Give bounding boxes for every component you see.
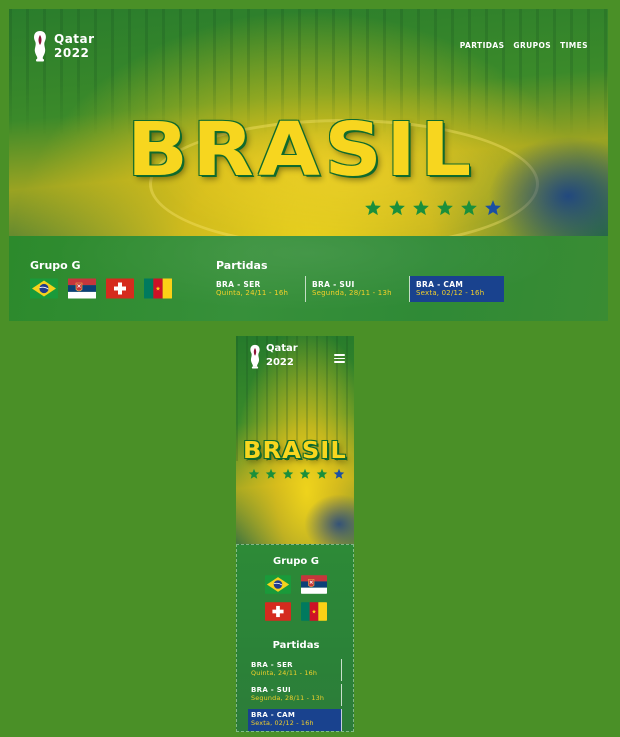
world-cup-trophy-icon	[31, 30, 49, 62]
match-item-highlighted[interactable]: BRA - CAM Sexta, 02/12 - 16h	[410, 276, 504, 302]
match-item[interactable]: BRA - SUI Segunda, 28/11 - 13h	[248, 684, 342, 706]
matches-list: BRA - SER Quinta, 24/11 - 16h BRA - SUI …	[248, 659, 342, 732]
match-teams: BRA - SER	[251, 661, 293, 669]
star-icon	[333, 468, 345, 480]
hero-title: BRASIL	[243, 438, 347, 464]
brand-name-line1: Qatar	[54, 32, 95, 46]
match-date: Quinta, 24/11 - 16h	[216, 289, 289, 297]
match-teams: BRA - SUI	[251, 686, 291, 694]
switzerland-flag-icon[interactable]	[265, 602, 291, 621]
top-nav: PARTIDAS GRUPOS TIMES	[460, 41, 588, 50]
star-icon	[282, 468, 294, 480]
cameroon-flag-icon[interactable]	[144, 278, 172, 299]
match-date: Sexta, 02/12 - 16h	[251, 719, 314, 727]
star-icon	[299, 468, 311, 480]
desktop-preview: Qatar 2022 PARTIDAS GRUPOS TIMES BRASIL …	[9, 9, 608, 321]
info-strip: Grupo G Partidas BRA - SER Quinta, 24/11…	[9, 236, 608, 321]
match-date: Segunda, 28/11 - 13h	[312, 289, 392, 297]
brand-name-line2: 2022	[54, 46, 90, 60]
cameroon-flag-icon[interactable]	[301, 602, 327, 621]
group-title: Grupo G	[273, 556, 319, 567]
match-date: Quinta, 24/11 - 16h	[251, 669, 318, 677]
brazil-flag-icon[interactable]	[265, 575, 291, 594]
group-flags	[30, 278, 172, 299]
brand-logo[interactable]: Qatar 2022	[31, 30, 95, 62]
star-icon	[316, 468, 328, 480]
match-teams: BRA - CAM	[416, 280, 464, 289]
star-icon	[484, 199, 502, 217]
brand-name-line2: 2022	[266, 357, 294, 368]
nav-link-grupos[interactable]: GRUPOS	[513, 41, 551, 50]
match-teams: BRA - CAM	[251, 711, 296, 719]
match-teams: BRA - SER	[216, 280, 261, 289]
group-flags	[265, 575, 327, 621]
brand-logo[interactable]: Qatar 2022	[248, 342, 298, 370]
match-date: Sexta, 02/12 - 16h	[416, 289, 485, 297]
mobile-preview: Qatar 2022 BRASIL Grupo G Partidas BRA -…	[236, 336, 354, 732]
nav-link-times[interactable]: TIMES	[560, 41, 588, 50]
star-icon	[364, 199, 382, 217]
hero-banner: Qatar 2022 PARTIDAS GRUPOS TIMES BRASIL	[9, 9, 608, 236]
star-icon	[265, 468, 277, 480]
matches-title: Partidas	[216, 259, 268, 272]
hamburger-menu-icon[interactable]	[334, 354, 345, 363]
star-icon	[436, 199, 454, 217]
group-title: Grupo G	[30, 259, 81, 272]
match-teams: BRA - SUI	[312, 280, 355, 289]
star-icon	[388, 199, 406, 217]
star-icon	[412, 199, 430, 217]
championship-stars	[248, 468, 345, 480]
switzerland-flag-icon[interactable]	[106, 278, 134, 299]
hero-title: BRASIL	[127, 107, 476, 193]
match-item[interactable]: BRA - SER Quinta, 24/11 - 16h	[248, 659, 342, 681]
brand-name-line1: Qatar	[266, 343, 298, 354]
match-item[interactable]: BRA - SUI Segunda, 28/11 - 13h	[306, 276, 410, 302]
star-icon	[248, 468, 260, 480]
serbia-flag-icon[interactable]	[301, 575, 327, 594]
championship-stars	[364, 199, 502, 217]
match-item-highlighted[interactable]: BRA - CAM Sexta, 02/12 - 16h	[248, 709, 342, 731]
nav-link-partidas[interactable]: PARTIDAS	[460, 41, 505, 50]
matches-title: Partidas	[272, 640, 320, 651]
mobile-hero-banner: Qatar 2022 BRASIL	[236, 336, 354, 544]
match-item[interactable]: BRA - SER Quinta, 24/11 - 16h	[214, 276, 306, 302]
matches-list: BRA - SER Quinta, 24/11 - 16h BRA - SUI …	[214, 276, 504, 302]
mobile-info-panel: Grupo G Partidas BRA - SER Quinta, 24/11…	[236, 544, 354, 732]
star-icon	[460, 199, 478, 217]
serbia-flag-icon[interactable]	[68, 278, 96, 299]
brazil-flag-icon[interactable]	[30, 278, 58, 299]
world-cup-trophy-icon	[248, 343, 262, 370]
match-date: Segunda, 28/11 - 13h	[251, 694, 325, 702]
